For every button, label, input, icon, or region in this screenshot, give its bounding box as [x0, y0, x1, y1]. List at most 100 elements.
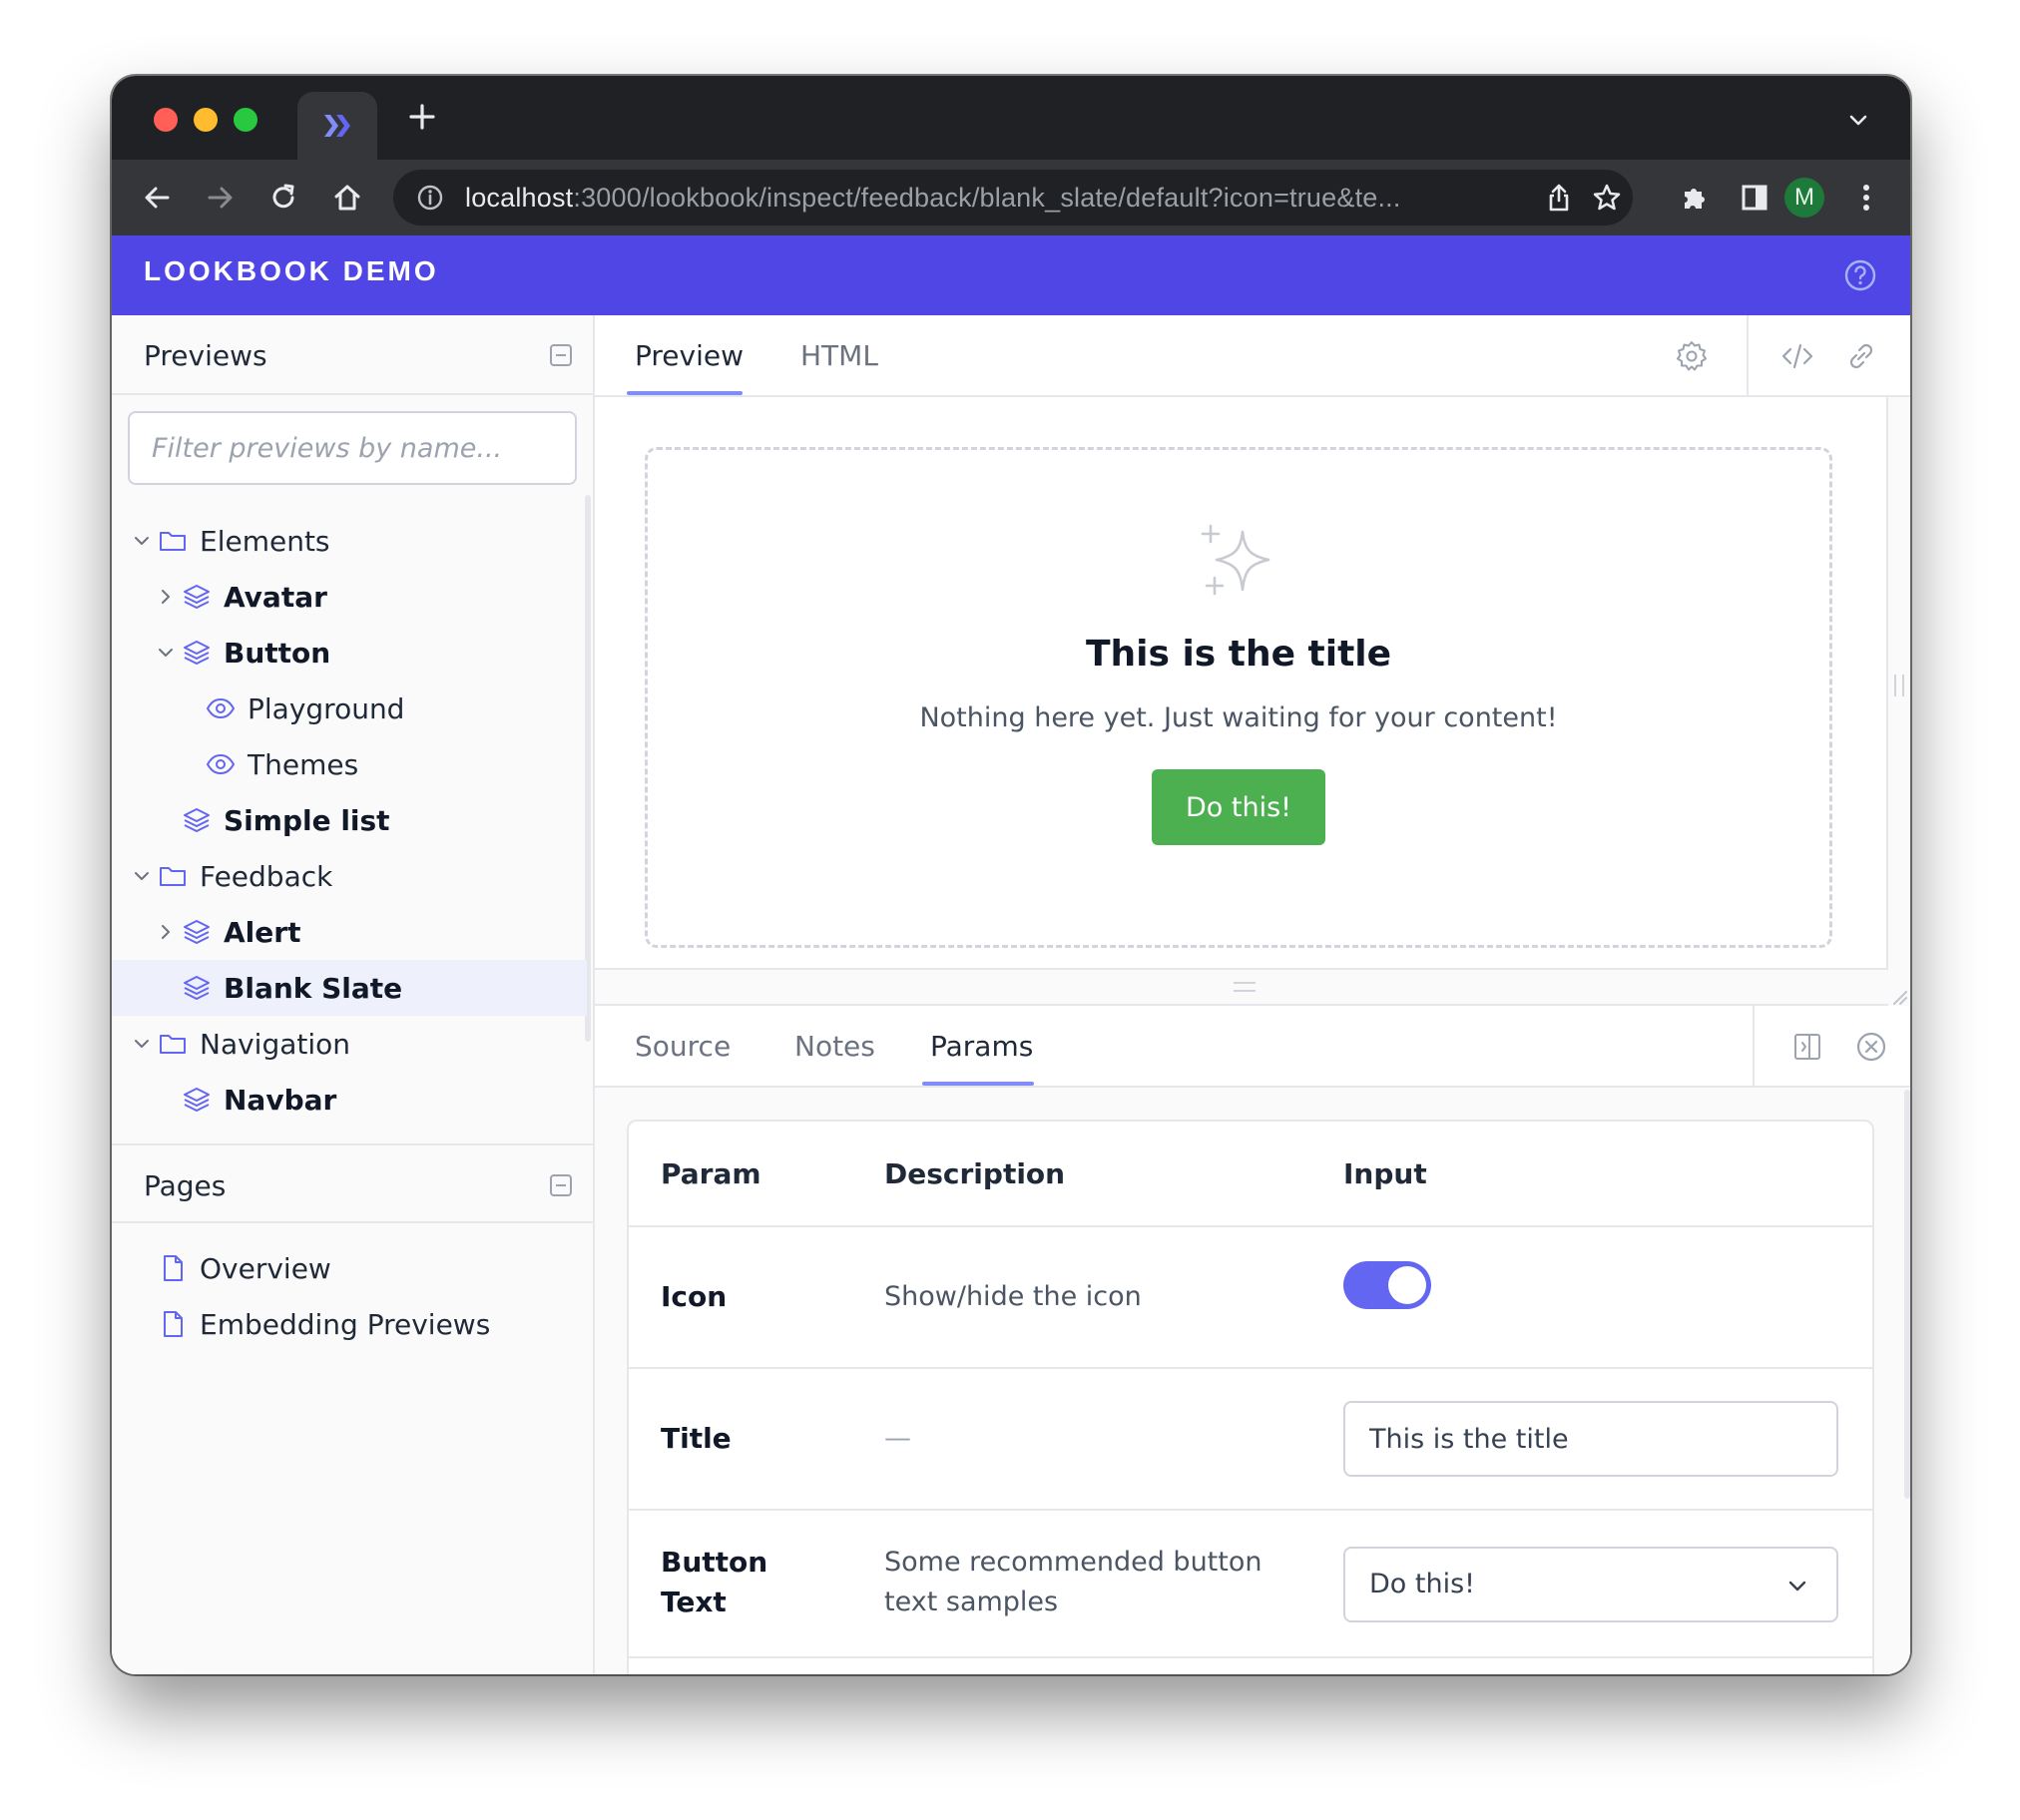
side-panel-button[interactable] [1731, 174, 1778, 222]
collapse-previews-button[interactable] [549, 343, 573, 367]
column-header-param: Param [661, 1157, 761, 1190]
chevron-right-icon [162, 590, 170, 604]
split-layout-icon[interactable] [1790, 1030, 1824, 1064]
share-button[interactable] [1541, 180, 1577, 216]
title-input[interactable] [1343, 1401, 1838, 1477]
do-this-button[interactable]: Do this! [1152, 769, 1325, 845]
layers-icon [184, 808, 210, 832]
arrow-left-icon [145, 187, 170, 209]
browser-toolbar: localhost:3000/lookbook/inspect/feedback… [112, 160, 1910, 235]
plus-icon [409, 104, 435, 130]
tab-preview[interactable]: Preview [635, 339, 744, 372]
home-button[interactable] [323, 174, 371, 222]
tab-notes[interactable]: Notes [794, 1030, 875, 1063]
star-icon [1593, 184, 1621, 211]
page-item-label: Overview [200, 1251, 331, 1285]
home-icon [334, 185, 360, 211]
maximize-window-button[interactable] [234, 108, 257, 132]
minimize-window-button[interactable] [194, 108, 218, 132]
table-row: Title — [629, 1369, 1872, 1511]
inspector-panel: Source Notes Params Param Description In… [595, 1006, 1910, 1674]
horizontal-resize-handle[interactable] [1894, 675, 1904, 696]
browser-tab-lookbook[interactable] [297, 92, 377, 160]
tree-item-label: Simple list [224, 803, 390, 837]
close-circle-icon[interactable] [1854, 1030, 1888, 1064]
page-item-embedding-previews[interactable]: Embedding Previews [112, 1296, 587, 1352]
active-tab-indicator [922, 1082, 1034, 1086]
tree-item-feedback[interactable]: Feedback [112, 848, 587, 904]
bookmark-button[interactable] [1589, 180, 1625, 216]
code-icon[interactable] [1780, 339, 1814, 373]
close-window-button[interactable] [154, 108, 178, 132]
help-button[interactable] [1842, 257, 1878, 293]
toolbar-divider [1753, 1006, 1755, 1086]
tree-item-button[interactable]: Button [112, 625, 587, 681]
corner-resize-grip-icon[interactable] [1888, 990, 1910, 1006]
chevron-down-icon [135, 1040, 149, 1048]
tree-item-navbar[interactable]: Navbar [112, 1072, 587, 1128]
profile-avatar[interactable]: M [1784, 178, 1824, 218]
vertical-resize-handle[interactable] [1234, 982, 1256, 992]
browser-tab-bar [112, 76, 1910, 160]
tree-item-playground[interactable]: Playground [112, 681, 587, 736]
blank-slate-description: Nothing here yet. Just waiting for your … [919, 702, 1558, 733]
tree-item-themes[interactable]: Themes [112, 736, 587, 792]
sidebar: Previews Elements Avatar Button P [112, 315, 595, 1674]
lookbook-favicon-icon [324, 115, 350, 137]
link-icon[interactable] [1844, 339, 1878, 373]
tree-item-avatar[interactable]: Avatar [112, 569, 587, 625]
tab-params[interactable]: Params [930, 1030, 1033, 1063]
filter-previews-input[interactable] [128, 411, 577, 485]
tree-item-navigation[interactable]: Navigation [112, 1016, 587, 1072]
panel-splitter[interactable] [595, 970, 1888, 1006]
refresh-icon[interactable] [1908, 339, 1910, 373]
sparkles-icon [1201, 524, 1270, 596]
tab-source[interactable]: Source [635, 1030, 731, 1063]
param-name: Text [661, 1586, 727, 1618]
inspector-scrollbar[interactable] [1904, 1090, 1910, 1499]
tree-item-simple-list[interactable]: Simple list [112, 792, 587, 848]
param-name: Icon [661, 1280, 728, 1313]
new-tab-button[interactable] [399, 94, 445, 140]
icon-toggle[interactable] [1343, 1261, 1431, 1309]
param-name: Title [661, 1422, 732, 1455]
blank-slate-title: This is the title [1085, 634, 1392, 675]
tab-html[interactable]: HTML [800, 339, 878, 372]
gear-icon[interactable] [1675, 339, 1709, 373]
folder-icon [160, 1035, 186, 1054]
previews-title: Previews [144, 339, 267, 372]
browser-menu-button[interactable] [1842, 174, 1890, 222]
eye-icon [206, 753, 236, 775]
tree-item-label: Button [224, 636, 331, 670]
site-info-icon[interactable] [413, 181, 447, 215]
address-bar[interactable]: localhost:3000/lookbook/inspect/feedback… [393, 170, 1633, 226]
main-panel: Preview HTML This is the title Nothing h… [595, 315, 1910, 1674]
url-path: :3000/lookbook/inspect/feedback/blank_sl… [573, 182, 1401, 213]
param-description: — [884, 1423, 911, 1454]
button-text-select[interactable]: Do this! [1343, 1547, 1838, 1622]
browser-window: localhost:3000/lookbook/inspect/feedback… [112, 76, 1910, 1674]
tree-item-elements[interactable]: Elements [112, 513, 587, 569]
page-item-overview[interactable]: Overview [112, 1240, 587, 1296]
reload-button[interactable] [259, 174, 307, 222]
tree-item-blank-slate[interactable]: Blank Slate [112, 960, 587, 1016]
folder-icon [160, 867, 186, 886]
collapse-pages-button[interactable] [549, 1173, 573, 1197]
tree-item-label: Themes [248, 747, 359, 781]
tab-search-button[interactable] [1838, 100, 1878, 140]
brand-title[interactable]: LOOKBOOK DEMO [144, 255, 439, 287]
tree-item-label: Avatar [224, 580, 327, 614]
extensions-button[interactable] [1671, 174, 1719, 222]
param-description: Some recommended button [884, 1547, 1262, 1578]
tree-item-label: Alert [224, 915, 301, 949]
url-text[interactable]: localhost:3000/lookbook/inspect/feedback… [465, 183, 1503, 214]
back-button[interactable] [134, 174, 182, 222]
app-header: LOOKBOOK DEMO [112, 235, 1910, 315]
forward-button[interactable] [196, 174, 244, 222]
minus-square-icon [550, 1174, 572, 1196]
share-icon [1549, 184, 1569, 212]
select-value: Do this! [1369, 1569, 1475, 1599]
column-header-description: Description [884, 1157, 1066, 1190]
tree-item-label: Playground [248, 691, 405, 725]
tree-item-alert[interactable]: Alert [112, 904, 587, 960]
